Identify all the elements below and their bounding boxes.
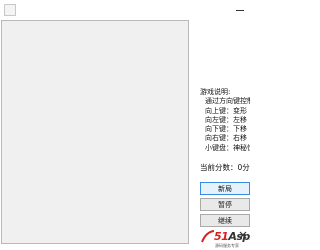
- instructions-panel: 游戏说明: 通过方向键控制 向上键：变形 向左键：左移 向下键：下移 向右键：右…: [200, 88, 250, 153]
- game-window: 游戏说明: 通过方向键控制 向上键：变形 向左键：左移 向下键：下移 向右键：右…: [0, 0, 250, 250]
- pause-button[interactable]: 暂停: [200, 198, 250, 211]
- instructions-title: 游戏说明:: [200, 88, 231, 96]
- app-icon: [4, 4, 16, 16]
- instructions-line: 向上键：变形: [205, 106, 247, 115]
- watermark-brand: 51Aspx: [214, 230, 250, 243]
- continue-button[interactable]: 继续: [200, 214, 250, 227]
- watermark-brand-prefix: 51: [214, 230, 229, 243]
- title-bar: [0, 0, 250, 20]
- instructions-line: 向左键：左移: [205, 115, 247, 124]
- instructions-line: 小键盘：神秘惊: [205, 143, 250, 152]
- watermark-brand-suffix: Aspx: [228, 230, 250, 243]
- game-board[interactable]: [1, 20, 189, 244]
- score-label: 当前分数：0分: [200, 163, 250, 172]
- watermark-logo: 51Aspx 源码服务专家: [200, 228, 250, 250]
- new-game-button[interactable]: 新局: [200, 182, 250, 195]
- instructions-line: 向右键：右移: [205, 134, 247, 143]
- instructions-line: 通过方向键控制: [205, 97, 250, 106]
- watermark-tagline: 源码服务专家: [215, 243, 239, 248]
- minimize-icon[interactable]: [228, 2, 250, 18]
